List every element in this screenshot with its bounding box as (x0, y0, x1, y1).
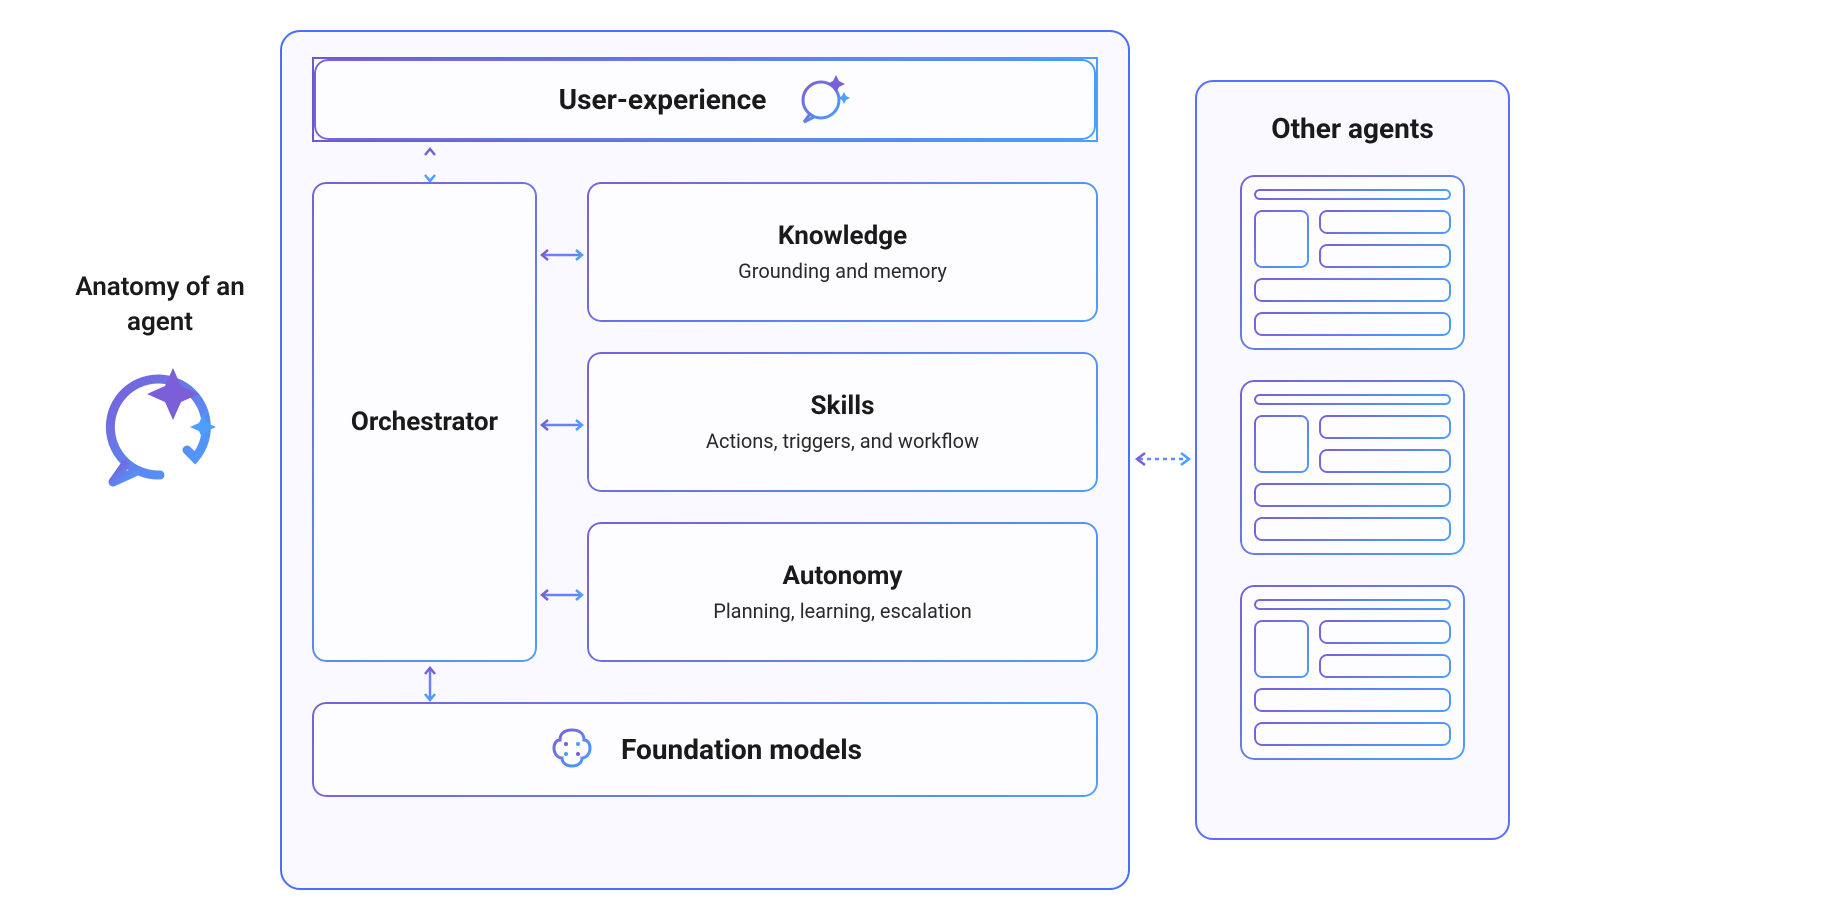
knowledge-title: Knowledge (778, 221, 907, 251)
agent-tile (1240, 380, 1465, 555)
bidirectional-arrow-icon (422, 145, 438, 185)
tile-bar-icon (1254, 599, 1451, 610)
skills-subtitle: Actions, triggers, and workflow (706, 429, 979, 453)
diagram-title: Anatomy of an agent (60, 270, 260, 340)
tile-bar-icon (1319, 654, 1451, 678)
chat-sparkle-icon (60, 360, 260, 490)
orchestrator-box: Orchestrator (312, 182, 537, 662)
bidirectional-arrow-icon (537, 587, 587, 603)
tile-bar-icon (1319, 620, 1451, 644)
agent-tile (1240, 175, 1465, 350)
other-agents-title: Other agents (1271, 112, 1433, 145)
autonomy-title: Autonomy (783, 561, 903, 591)
tile-bar-icon (1319, 415, 1451, 439)
bidirectional-dotted-arrow-icon (1131, 450, 1195, 468)
tile-bar-icon (1319, 244, 1451, 268)
tile-block-icon (1254, 620, 1309, 678)
tile-block-icon (1254, 210, 1309, 268)
tile-bar-icon (1254, 688, 1451, 712)
tile-bar-icon (1254, 517, 1451, 541)
orchestrator-label: Orchestrator (351, 407, 498, 437)
autonomy-box: Autonomy Planning, learning, escalation (587, 522, 1098, 662)
tile-bar-icon (1254, 189, 1451, 200)
tile-bar-icon (1254, 278, 1451, 302)
foundation-models-label: Foundation models (621, 733, 862, 766)
tile-bar-icon (1319, 449, 1451, 473)
chat-sparkle-small-icon (796, 70, 851, 129)
tile-bar-icon (1319, 210, 1451, 234)
skills-title: Skills (811, 391, 875, 421)
tile-bar-icon (1254, 394, 1451, 405)
bidirectional-arrow-icon (537, 417, 587, 433)
bidirectional-arrow-icon (422, 664, 438, 704)
user-experience-label: User-experience (559, 83, 767, 116)
diagram-title-block: Anatomy of an agent (60, 270, 260, 490)
agent-anatomy-container: User-experience (280, 30, 1130, 890)
skills-box: Skills Actions, triggers, and workflow (587, 352, 1098, 492)
knowledge-subtitle: Grounding and memory (738, 259, 947, 283)
foundation-models-box: Foundation models (312, 702, 1098, 797)
tile-bar-icon (1254, 722, 1451, 746)
bidirectional-arrow-icon (537, 247, 587, 263)
agent-tile (1240, 585, 1465, 760)
brain-icon (548, 724, 596, 776)
user-experience-box: User-experience (312, 57, 1098, 142)
tile-bar-icon (1254, 483, 1451, 507)
autonomy-subtitle: Planning, learning, escalation (713, 599, 972, 623)
knowledge-box: Knowledge Grounding and memory (587, 182, 1098, 322)
other-agents-container: Other agents (1195, 80, 1510, 840)
tile-bar-icon (1254, 312, 1451, 336)
tile-block-icon (1254, 415, 1309, 473)
